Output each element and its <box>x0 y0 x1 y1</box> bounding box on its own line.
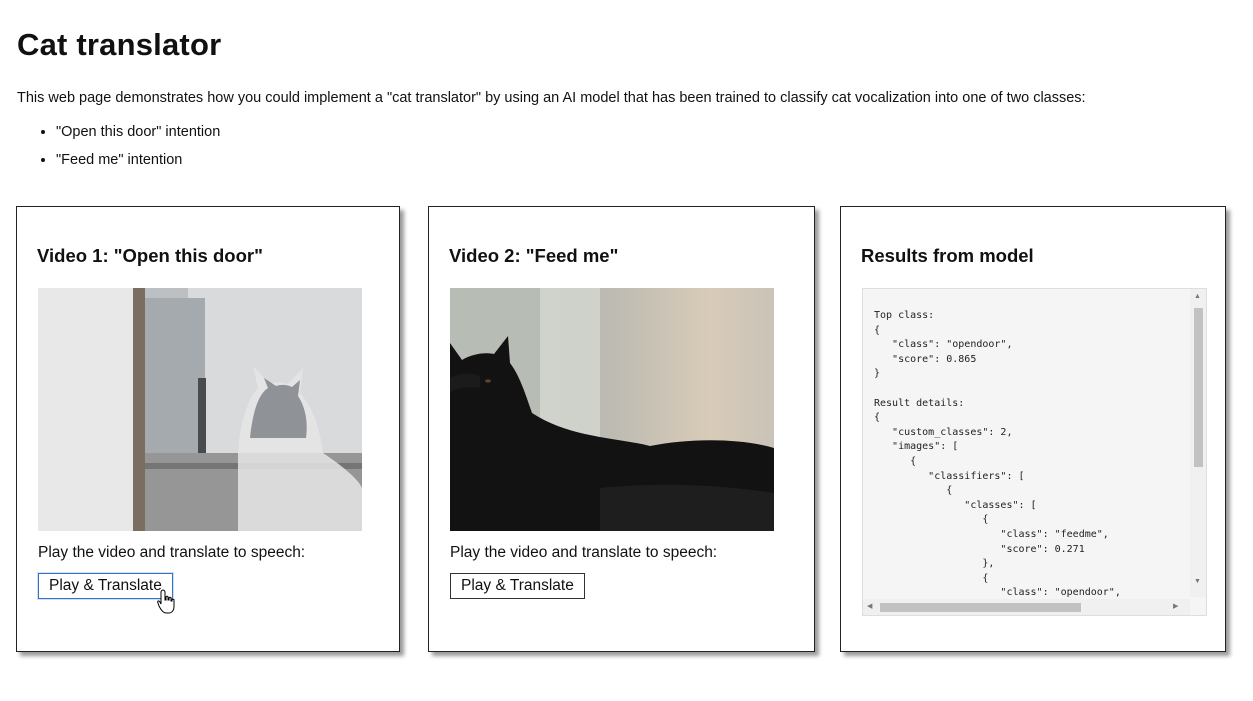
intentions-list: "Open this door" intention "Feed me" int… <box>17 120 220 176</box>
results-output[interactable]: Top class: { "class": "opendoor", "score… <box>862 288 1207 616</box>
horizontal-scrollbar[interactable]: ◀ ▶ <box>863 599 1190 615</box>
hand-pointer-icon <box>157 589 175 614</box>
video-2-heading: Video 2: "Feed me" <box>449 245 619 266</box>
list-item: "Feed me" intention <box>56 148 220 176</box>
scroll-left-arrow-icon[interactable]: ◀ <box>867 603 872 611</box>
video-1-card: Video 1: "Open this door" Play the video… <box>16 206 400 652</box>
play-translate-button-2[interactable]: Play & Translate <box>450 573 585 599</box>
scroll-down-arrow-icon[interactable]: ▼ <box>1194 578 1201 586</box>
list-item: "Open this door" intention <box>56 120 220 148</box>
scroll-up-arrow-icon[interactable]: ▲ <box>1194 293 1201 301</box>
play-translate-button-1[interactable]: Play & Translate <box>38 573 173 599</box>
video-1-prompt: Play the video and translate to speech: <box>38 544 306 561</box>
vertical-scroll-thumb[interactable] <box>1194 308 1203 467</box>
scroll-right-arrow-icon[interactable]: ▶ <box>1173 603 1178 611</box>
intro-text: This web page demonstrates how you could… <box>17 90 1086 106</box>
vertical-scrollbar[interactable]: ▲ ▼ <box>1190 289 1206 597</box>
video-1-heading: Video 1: "Open this door" <box>37 245 263 266</box>
video-1-player[interactable] <box>38 288 362 531</box>
results-card: Results from model Top class: { "class":… <box>840 206 1226 652</box>
video-1-frame <box>38 288 362 531</box>
video-2-prompt: Play the video and translate to speech: <box>450 544 718 561</box>
video-2-frame <box>450 288 774 531</box>
horizontal-scroll-thumb[interactable] <box>880 603 1081 612</box>
video-2-player[interactable] <box>450 288 774 531</box>
results-json-text: Top class: { "class": "opendoor", "score… <box>874 310 1121 613</box>
page-title: Cat translator <box>17 27 222 62</box>
video-2-card: Video 2: "Feed me" Play the video and tr… <box>428 206 815 652</box>
results-heading: Results from model <box>861 245 1034 266</box>
